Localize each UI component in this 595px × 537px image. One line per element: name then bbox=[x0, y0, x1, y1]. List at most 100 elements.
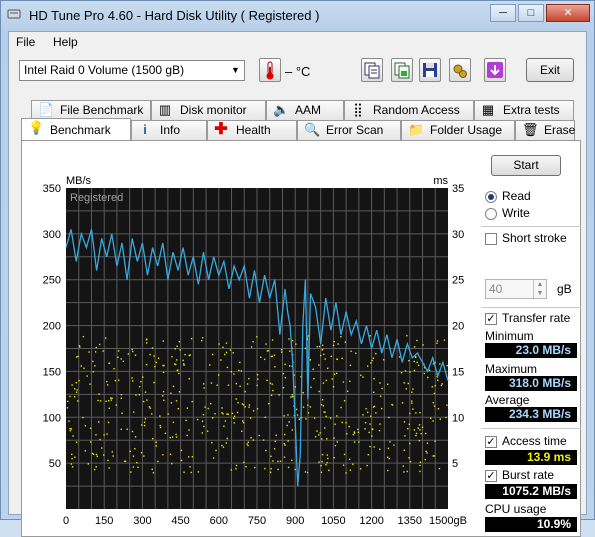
access-time-point bbox=[335, 372, 338, 375]
access-time-point bbox=[321, 453, 324, 456]
tab-erase[interactable]: 🗑 Erase bbox=[515, 120, 575, 140]
access-time-point bbox=[386, 456, 389, 458]
menu-help[interactable]: Help bbox=[53, 35, 78, 49]
access-time-point bbox=[265, 343, 267, 345]
separator bbox=[481, 226, 581, 227]
access-time-point bbox=[235, 382, 237, 385]
access-time-point bbox=[102, 454, 105, 456]
short-stroke-spinner[interactable]: 40 ▲ ▼ bbox=[485, 279, 547, 299]
short-stroke-label[interactable]: Short stroke bbox=[502, 231, 567, 245]
access-time-point bbox=[84, 425, 87, 427]
tab-error-scan[interactable]: 🔍 Error Scan bbox=[297, 120, 401, 140]
access-time-point bbox=[84, 450, 87, 452]
access-time-point bbox=[221, 407, 223, 409]
x-tick-label: 1350 bbox=[398, 515, 422, 527]
access-time-point bbox=[242, 420, 244, 422]
access-time-point bbox=[372, 357, 375, 360]
access-time-point bbox=[79, 346, 81, 348]
write-label[interactable]: Write bbox=[502, 206, 530, 220]
transfer-rate-checkbox[interactable]: ✓ bbox=[485, 313, 497, 325]
read-label[interactable]: Read bbox=[502, 189, 531, 203]
access-time-point bbox=[105, 337, 107, 339]
tab-label: AAM bbox=[295, 103, 322, 117]
access-time-point bbox=[108, 362, 110, 364]
separator bbox=[481, 428, 581, 429]
access-time-point bbox=[171, 356, 173, 358]
access-time-point bbox=[316, 345, 318, 348]
access-time-point bbox=[334, 423, 336, 425]
access-time-point bbox=[257, 378, 259, 380]
maximize-button[interactable]: □ bbox=[518, 4, 544, 22]
access-time-point bbox=[131, 348, 133, 351]
access-time-point bbox=[203, 383, 205, 385]
access-time-point bbox=[324, 427, 326, 429]
access-time-point bbox=[137, 466, 139, 468]
copy-text-button[interactable] bbox=[361, 58, 383, 82]
drive-select[interactable]: Intel Raid 0 Volume (1500 gB) ▼ bbox=[19, 60, 245, 81]
access-time-point bbox=[325, 464, 327, 466]
access-time-point bbox=[187, 456, 190, 458]
access-time-label[interactable]: Access time bbox=[502, 434, 567, 448]
tab-health[interactable]: ✚ Health bbox=[207, 120, 297, 140]
tab-random-access[interactable]: ⣿ Random Access bbox=[344, 100, 474, 120]
access-time-point bbox=[326, 367, 329, 369]
write-radio[interactable] bbox=[485, 208, 497, 220]
access-time-point bbox=[169, 453, 172, 455]
access-time-point bbox=[443, 339, 446, 341]
download-button[interactable] bbox=[484, 58, 506, 82]
tab-file-benchmark[interactable]: 📄 File Benchmark bbox=[31, 100, 151, 120]
tab-folder-usage[interactable]: 📁 Folder Usage bbox=[401, 120, 515, 140]
access-time-point bbox=[89, 427, 92, 429]
spinner-arrows-icon[interactable]: ▲ ▼ bbox=[533, 280, 546, 298]
minimize-button[interactable]: ─ bbox=[490, 4, 516, 22]
access-time-point bbox=[266, 379, 268, 382]
access-time-point bbox=[323, 411, 325, 413]
access-time-point bbox=[422, 344, 424, 346]
temperature-button[interactable] bbox=[259, 58, 281, 82]
options-button[interactable] bbox=[449, 58, 471, 82]
burst-rate-checkbox[interactable]: ✓ bbox=[485, 470, 497, 482]
tab-benchmark[interactable]: 💡 Benchmark bbox=[21, 118, 131, 140]
access-time-point bbox=[388, 416, 390, 419]
access-time-point bbox=[326, 438, 328, 440]
access-time-point bbox=[379, 395, 382, 397]
access-time-point bbox=[271, 339, 274, 341]
access-time-checkbox[interactable]: ✓ bbox=[485, 436, 497, 448]
save-button[interactable] bbox=[419, 58, 441, 82]
cpu-usage-label: CPU usage bbox=[485, 502, 547, 516]
access-time-point bbox=[171, 436, 174, 438]
access-time-point bbox=[403, 471, 405, 473]
access-time-point bbox=[77, 355, 79, 358]
y-tick-label-left: 300 bbox=[43, 229, 61, 241]
burst-rate-label[interactable]: Burst rate bbox=[502, 468, 554, 482]
access-time-point bbox=[318, 364, 320, 366]
access-time-point bbox=[381, 387, 383, 390]
access-time-point bbox=[159, 415, 161, 417]
access-time-point bbox=[343, 400, 346, 402]
y-tick-label-right: 15 bbox=[452, 366, 464, 378]
access-time-point bbox=[127, 353, 130, 355]
access-time-point bbox=[252, 439, 255, 441]
access-time-point bbox=[325, 379, 327, 382]
transfer-rate-label[interactable]: Transfer rate bbox=[502, 311, 570, 325]
access-time-point bbox=[302, 406, 305, 408]
tab-extra-tests[interactable]: ▦ Extra tests bbox=[474, 100, 574, 120]
access-time-point bbox=[272, 460, 274, 462]
exit-button[interactable]: Exit bbox=[526, 58, 574, 82]
start-button[interactable]: Start bbox=[491, 155, 561, 176]
menu-file[interactable]: File bbox=[16, 35, 35, 49]
copy-screenshot-button[interactable] bbox=[391, 58, 413, 82]
access-time-point bbox=[418, 439, 421, 442]
access-time-point bbox=[159, 426, 162, 429]
access-time-point bbox=[295, 408, 298, 411]
access-time-point bbox=[232, 352, 234, 354]
tab-aam[interactable]: 🔈 AAM bbox=[266, 100, 344, 120]
tab-info[interactable]: i Info bbox=[131, 120, 207, 140]
close-button[interactable]: ✕ bbox=[546, 4, 590, 22]
read-radio[interactable] bbox=[485, 191, 497, 203]
title-bar[interactable]: HD Tune Pro 4.60 - Hard Disk Utility ( R… bbox=[1, 1, 594, 31]
access-time-point bbox=[80, 365, 82, 367]
access-time-point bbox=[98, 421, 100, 423]
short-stroke-checkbox[interactable] bbox=[485, 233, 497, 245]
tab-disk-monitor[interactable]: ▥ Disk monitor bbox=[151, 100, 266, 120]
